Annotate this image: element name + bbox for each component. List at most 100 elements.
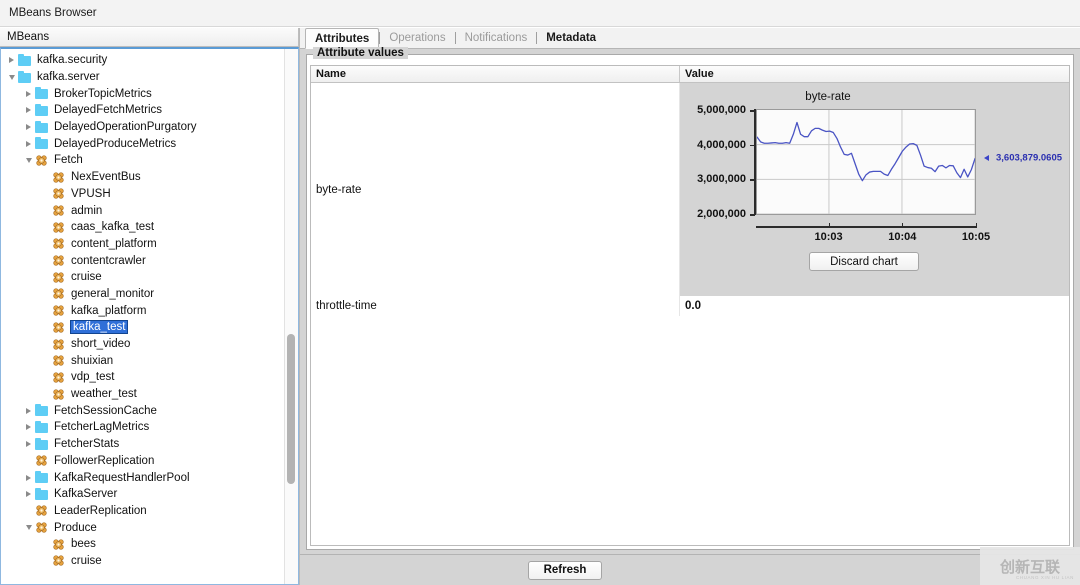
attribute-name-byte-rate: byte-rate [311,83,680,296]
tree-item-general-monitor[interactable]: general_monitor [1,286,298,303]
tree-item-label: NexEventBus [71,171,141,184]
refresh-button[interactable]: Refresh [528,560,602,580]
tree-item-label: weather_test [71,388,137,401]
chevron-right-icon[interactable] [22,407,35,414]
details-panel: Attributes Operations Notifications Metadat… [300,28,1080,585]
chevron-right-icon[interactable] [22,441,35,448]
tree-item-fetch[interactable]: Fetch [1,152,298,169]
tree-item-vdp-test[interactable]: vdp_test [1,369,298,386]
mbean-icon [52,237,67,250]
tree-item-fetchsessioncache[interactable]: FetchSessionCache [1,402,298,419]
tab-metadata[interactable]: Metadata [537,28,605,48]
mbean-icon [35,454,50,467]
folder-icon [35,120,50,134]
column-header-value: Value [685,68,714,80]
watermark-en-text: CHUANG XIN HU LIAN [1015,575,1074,580]
mbean-icon [52,187,67,200]
chevron-right-icon[interactable] [22,491,35,498]
mbean-icon [52,204,67,217]
tree-item-bees[interactable]: bees [1,536,298,553]
tree-item-label: content_platform [71,237,157,250]
tree-item-label: DelayedOperationPurgatory [54,121,197,134]
chevron-right-icon[interactable] [22,140,35,147]
current-value-label: 3,603,879.0605 [996,152,1063,164]
tree-item-label: kafka.server [37,71,100,84]
table-row[interactable]: byte-rate byte-rate 3,603,879.0605 Disca… [311,83,1069,296]
tree-item-weather-test[interactable]: weather_test [1,386,298,403]
tree-item-label: kafka_test [69,320,129,335]
chevron-right-icon[interactable] [22,474,35,481]
tree-item-label: cruise [71,554,102,567]
chart-y-tick [750,110,755,112]
chevron-right-icon[interactable] [22,124,35,131]
chart-gridlines [757,110,976,215]
tree-item-label: bees [71,538,96,551]
tree-item-kafkaserver[interactable]: KafkaServer [1,486,298,503]
mbeans-tree-container: kafka.security kafka.server BrokerTopicMet… [0,47,299,585]
discard-chart-button[interactable]: Discard chart [809,252,919,271]
tree-item-caas-kafka-test[interactable]: caas_kafka_test [1,219,298,236]
tree-item-short-video[interactable]: short_video [1,336,298,353]
chart-y-tick [750,214,755,216]
tree-item-nexeventbus[interactable]: NexEventBus [1,169,298,186]
chevron-down-icon[interactable] [5,74,18,80]
window-title-bar: MBeans Browser [0,0,1080,27]
tree-scrollbar-thumb[interactable] [287,334,295,484]
tree-item-fetcherlagmetrics[interactable]: FetcherLagMetrics [1,419,298,436]
tree-item-delayedproducemetrics[interactable]: DelayedProduceMetrics [1,135,298,152]
chevron-down-icon[interactable] [22,525,35,531]
tree-item-admin[interactable]: admin [1,202,298,219]
workspace: MBeans kafka.security kafka.server BrokerT… [0,28,1080,585]
tree-item-fetcherstats[interactable]: FetcherStats [1,436,298,453]
tree-item-kafka-test[interactable]: kafka_test [1,319,298,336]
attribute-value-throttle-time: 0.0 [685,300,701,312]
tree-item-label: general_monitor [71,287,155,300]
mbean-icon [52,354,67,367]
tree-item-kafka-server[interactable]: kafka.server [1,69,298,86]
mbean-icon [35,521,50,534]
attribute-values-group: Attribute values Name Value byte-rate by… [306,47,1074,550]
tree-item-leaderreplication[interactable]: LeaderReplication [1,503,298,520]
tree-item-followerreplication[interactable]: FollowerReplication [1,453,298,470]
mbean-icon [52,271,67,284]
bottom-action-bar: Refresh [300,554,1080,585]
chevron-right-icon[interactable] [5,57,18,64]
table-row[interactable]: throttle-time 0.0 [311,296,1069,316]
mbean-icon [52,287,67,300]
chevron-right-icon[interactable] [22,107,35,114]
attribute-values-group-title: Attribute values [313,47,408,59]
column-header-name: Name [311,66,680,82]
tree-item-content-platform[interactable]: content_platform [1,236,298,253]
chevron-down-icon[interactable] [22,157,35,163]
tree-item-label: cruise [71,271,102,284]
tree-item-cruise[interactable]: cruise [1,553,298,570]
chart-y-tick-label: 3,000,000 [697,173,746,186]
tree-item-kafka-platform[interactable]: kafka_platform [1,302,298,319]
mbean-icon [52,171,67,184]
chevron-right-icon[interactable] [22,90,35,97]
chevron-right-icon[interactable] [22,424,35,431]
tree-item-label: DelayedFetchMetrics [54,104,163,117]
tree-item-delayedfetchmetrics[interactable]: DelayedFetchMetrics [1,102,298,119]
tree-item-brokertopicmetrics[interactable]: BrokerTopicMetrics [1,85,298,102]
tree-vertical-scrollbar[interactable] [284,49,298,584]
tab-attributes[interactable]: Attributes [305,28,380,49]
tree-item-contentcrawler[interactable]: contentcrawler [1,252,298,269]
tree-item-shuixian[interactable]: shuixian [1,352,298,369]
tree-item-label: kafka.security [37,54,108,67]
chart-y-tick-label: 2,000,000 [697,208,746,220]
tree-item-label: Produce [54,521,97,534]
tree-item-vpush[interactable]: VPUSH [1,186,298,203]
attribute-name-throttle-time: throttle-time [311,296,680,316]
tree-item-delayedoperationpurgatory[interactable]: DelayedOperationPurgatory [1,119,298,136]
tree-item-produce[interactable]: Produce [1,519,298,536]
tree-item-label: admin [71,204,103,217]
tree-item-cruise[interactable]: cruise [1,269,298,286]
tree-item-kafka-security[interactable]: kafka.security [1,52,298,69]
tree-item-label: FetcherStats [54,438,120,451]
mbeans-tree[interactable]: kafka.security kafka.server BrokerTopicMet… [1,49,298,569]
folder-icon [35,404,50,417]
mbeans-tree-header: MBeans [0,28,299,47]
tree-item-kafkarequesthandlerpool[interactable]: KafkaRequestHandlerPool [1,469,298,486]
window-title: MBeans Browser [9,7,97,19]
